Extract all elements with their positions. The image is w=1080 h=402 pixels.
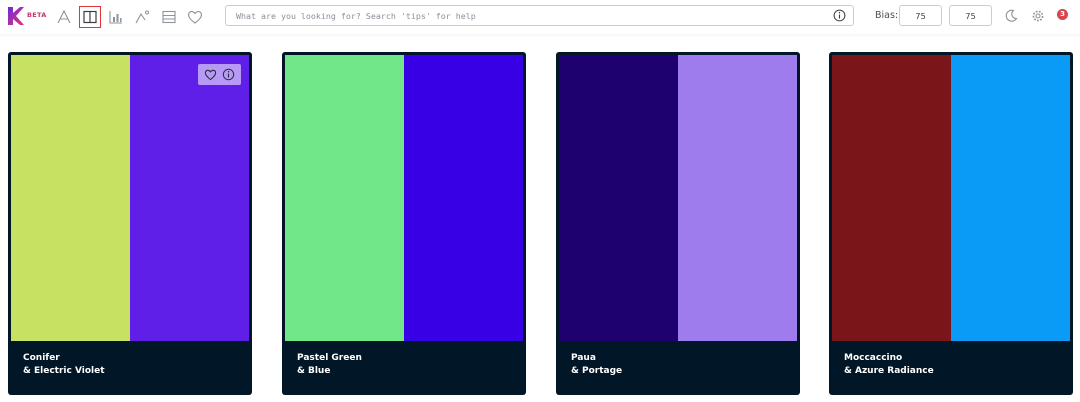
palette-name-line1: Paua: [571, 353, 596, 363]
palette-name: Moccaccino & Azure Radiance: [844, 352, 934, 378]
typography-icon: [57, 9, 71, 24]
palette-name-line1: Pastel Green: [297, 353, 362, 363]
beta-label: BETA: [27, 11, 47, 19]
color-swatch[interactable]: [678, 55, 797, 341]
bias-input-2[interactable]: [949, 5, 992, 26]
moon-icon[interactable]: [1004, 9, 1018, 23]
palette-card[interactable]: Moccaccino & Azure Radiance: [829, 52, 1073, 395]
palette-name: Conifer & Electric Violet: [23, 352, 105, 378]
palette-name-line1: Conifer: [23, 353, 60, 363]
color-swatch[interactable]: [559, 55, 678, 341]
palette-name-line2: & Azure Radiance: [844, 366, 934, 376]
color-swatch[interactable]: [404, 55, 523, 341]
palette-name: Pastel Green & Blue: [297, 352, 362, 378]
palette-swatches[interactable]: [832, 55, 1070, 341]
search-input[interactable]: [236, 8, 826, 23]
palette-swatches[interactable]: [285, 55, 523, 341]
top-bar: BETA What are you looking for? Search 't…: [0, 0, 1080, 34]
palette-name: Paua & Portage: [571, 352, 622, 378]
palette-tool-button[interactable]: [79, 6, 101, 28]
color-swatch[interactable]: [951, 55, 1070, 341]
palette-card[interactable]: Conifer & Electric Violet: [8, 52, 252, 395]
chart-tool-button[interactable]: [105, 6, 127, 28]
bias-label: Bias:: [875, 10, 899, 21]
favorites-tool-button[interactable]: [184, 6, 206, 28]
palette-swatches[interactable]: [559, 55, 797, 341]
palette-swatches[interactable]: [11, 55, 249, 341]
color-swatch[interactable]: [832, 55, 951, 341]
notification-badge[interactable]: 3: [1057, 9, 1068, 20]
card-actions: [198, 64, 241, 85]
color-swatch[interactable]: [285, 55, 404, 341]
info-icon[interactable]: [222, 68, 235, 81]
two-column-palette-icon: [83, 10, 97, 24]
palette-name-line2: & Electric Violet: [23, 366, 105, 376]
chart-icon: [109, 11, 122, 24]
palette-name-line1: Moccaccino: [844, 353, 903, 363]
bias-input-1[interactable]: [899, 5, 942, 26]
gear-icon[interactable]: [1031, 9, 1045, 23]
layout-icon: [162, 10, 176, 24]
color-swatch[interactable]: [130, 55, 249, 341]
typography-tool-button[interactable]: [53, 6, 75, 28]
heart-icon: [188, 11, 202, 24]
gradient-tool-button[interactable]: [131, 6, 153, 28]
k-logo-icon[interactable]: [8, 7, 24, 25]
color-swatch[interactable]: [11, 55, 130, 341]
palette-name-line2: & Portage: [571, 366, 623, 376]
palette-name-line2: & Blue: [297, 366, 331, 376]
palette-card[interactable]: Paua & Portage: [556, 52, 800, 395]
info-icon[interactable]: [833, 9, 846, 22]
palette-card[interactable]: Pastel Green & Blue: [282, 52, 526, 395]
layout-tool-button[interactable]: [158, 6, 180, 28]
heart-icon[interactable]: [204, 68, 217, 81]
search-box: [225, 5, 854, 26]
gradient-icon: [135, 10, 149, 24]
